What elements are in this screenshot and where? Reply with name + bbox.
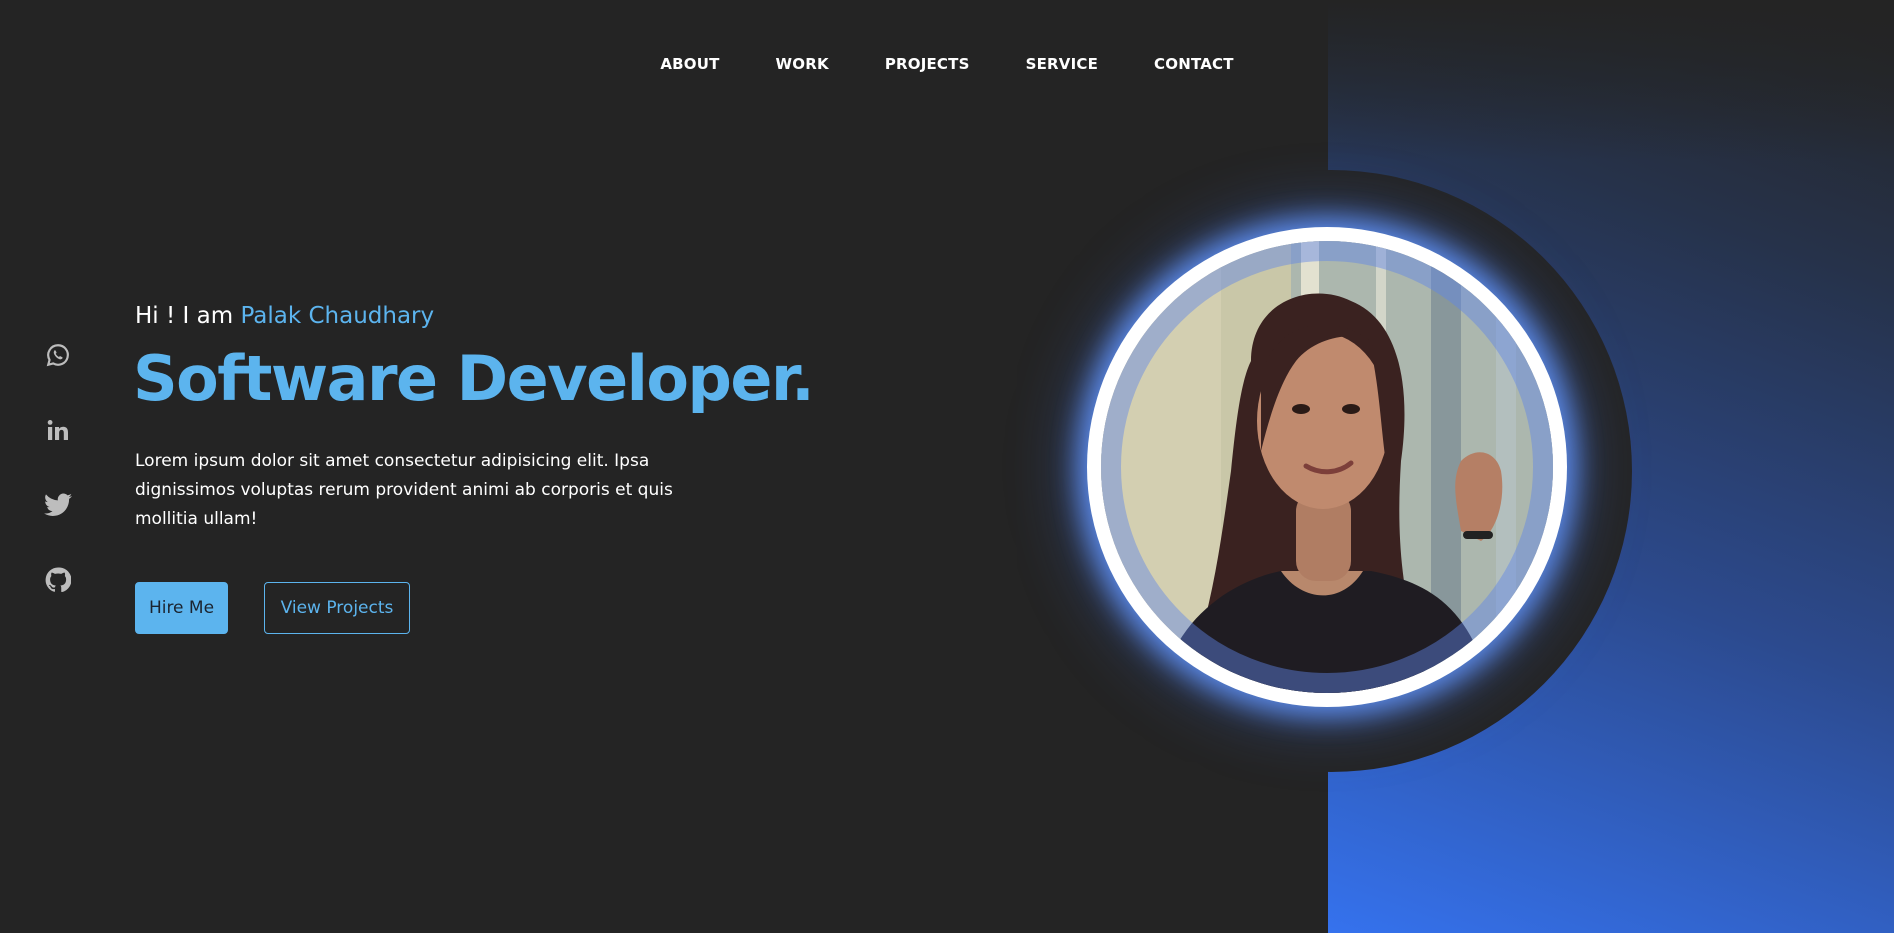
hero-description: Lorem ipsum dolor sit amet consectetur a… <box>135 451 673 529</box>
linkedin-link[interactable] <box>43 415 73 445</box>
twitter-link[interactable] <box>43 490 73 520</box>
whatsapp-icon <box>46 344 69 367</box>
twitter-icon <box>44 493 72 516</box>
hire-me-button[interactable]: Hire Me <box>135 582 228 634</box>
hero-headline: Software Developer. <box>133 342 815 415</box>
nav-link-work[interactable]: WORK <box>776 55 829 73</box>
gradient-fade <box>1328 0 1894 160</box>
github-link[interactable] <box>43 565 73 595</box>
hero-greeting: Hi ! I am Palak Chaudhary <box>135 303 434 329</box>
hero-name: Palak Chaudhary <box>240 303 435 329</box>
view-projects-button[interactable]: View Projects <box>264 582 410 634</box>
profile-photo-illustration <box>1101 241 1553 693</box>
page: ABOUT WORK PROJECTS SERVICE CONTACT Hi !… <box>0 0 1894 933</box>
linkedin-icon <box>47 420 68 440</box>
whatsapp-link[interactable] <box>43 340 73 370</box>
greeting-prefix: Hi ! I am <box>135 303 241 329</box>
github-icon <box>45 567 71 593</box>
nav-link-projects[interactable]: PROJECTS <box>885 55 970 73</box>
nav-link-about[interactable]: ABOUT <box>660 55 719 73</box>
social-links <box>43 340 73 640</box>
profile-photo <box>1101 241 1553 693</box>
nav-link-service[interactable]: SERVICE <box>1026 55 1098 73</box>
top-nav: ABOUT WORK PROJECTS SERVICE CONTACT <box>0 55 1894 73</box>
nav-link-contact[interactable]: CONTACT <box>1154 55 1234 73</box>
